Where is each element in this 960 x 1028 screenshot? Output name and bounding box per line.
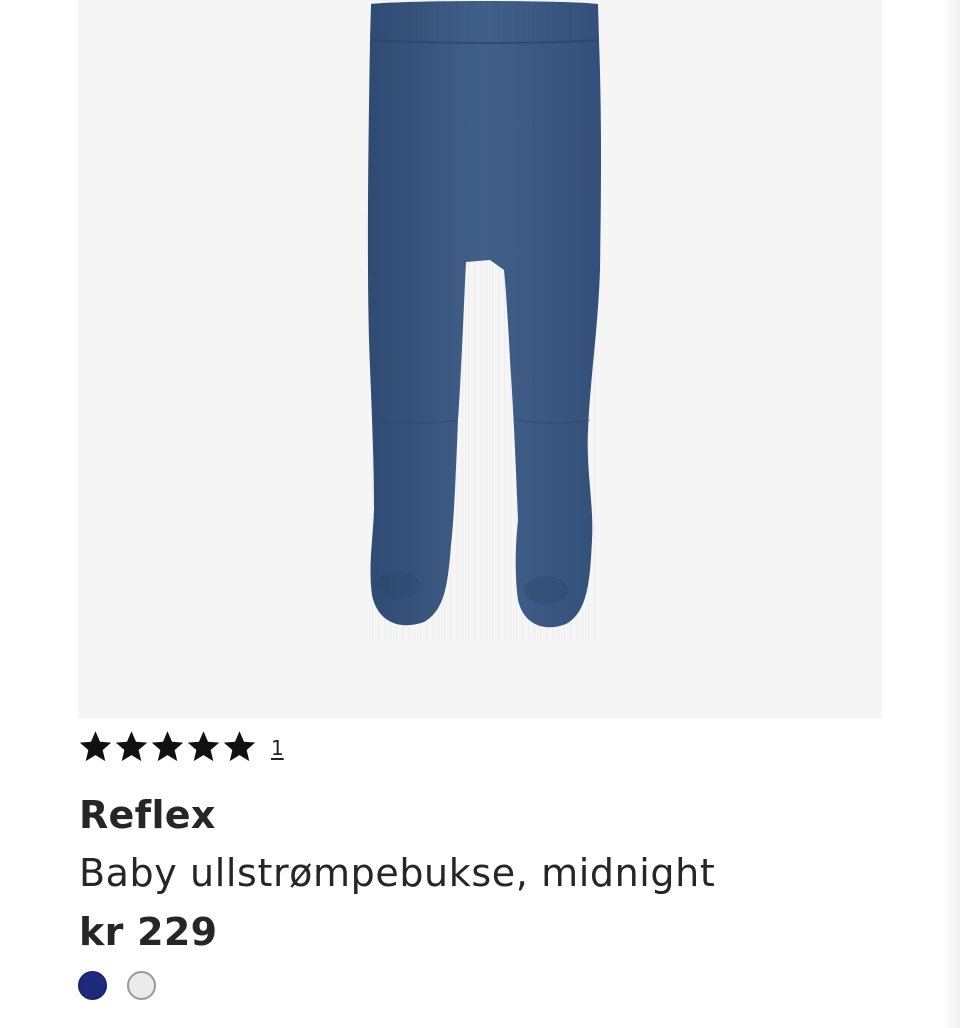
page-edge-divider — [942, 0, 960, 1028]
product-price: kr 229 — [79, 910, 218, 954]
color-swatch-midnight[interactable] — [78, 971, 107, 1000]
product-brand: Reflex — [79, 793, 216, 837]
review-count-link[interactable]: 1 — [271, 738, 284, 758]
product-image[interactable] — [78, 0, 882, 718]
color-swatches — [78, 971, 156, 1000]
star-icon — [79, 730, 112, 761]
rating-stars — [78, 729, 257, 764]
star-icon — [187, 730, 220, 761]
star-icon — [115, 730, 148, 761]
tights-illustration — [367, 0, 601, 718]
product-title-link[interactable]: Baby ullstrømpebukse, midnight — [79, 851, 715, 895]
star-icon — [223, 730, 256, 761]
product-card-page: 1 Reflex Baby ullstrømpebukse, midnight … — [0, 0, 960, 1028]
product-rating: 1 — [78, 728, 284, 764]
color-swatch-light-grey[interactable] — [127, 971, 156, 1000]
star-icon — [151, 730, 184, 761]
